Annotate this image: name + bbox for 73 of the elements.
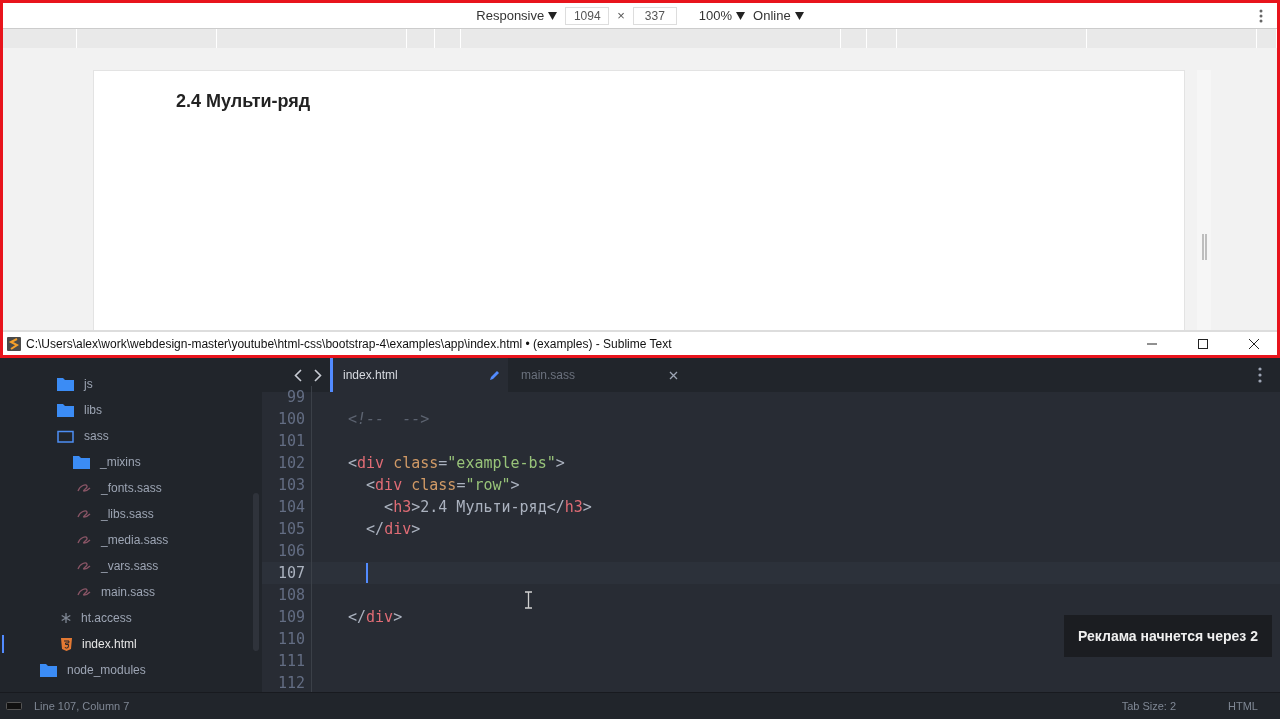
- code-line: <div class="example-bs">: [348, 454, 565, 472]
- forward-arrow-icon[interactable]: [314, 368, 322, 382]
- line-number: 112: [276, 674, 305, 692]
- line-number: 102: [276, 454, 305, 472]
- line-number: 100: [276, 410, 305, 428]
- sidebar-item[interactable]: ht.access: [0, 605, 262, 631]
- sidebar-item[interactable]: _libs.sass: [0, 501, 262, 527]
- sass-file-icon: [77, 587, 91, 597]
- sass-file-icon: [77, 561, 91, 571]
- code-line: <!-- -->: [348, 410, 430, 428]
- folder-icon: [57, 429, 74, 443]
- section-heading: 2.4 Мульти-ряд: [176, 91, 312, 112]
- line-number: 110: [276, 630, 305, 648]
- caret-icon: [794, 11, 804, 20]
- tab-size-label[interactable]: Tab Size: 2: [1121, 700, 1177, 712]
- pencil-icon: [489, 369, 500, 381]
- close-icon[interactable]: [669, 370, 678, 380]
- sidebar-item[interactable]: sass: [0, 423, 262, 449]
- line-number: 99: [285, 388, 305, 406]
- back-arrow-icon[interactable]: [294, 368, 302, 382]
- maximize-icon[interactable]: [1198, 338, 1208, 349]
- file-tab[interactable]: index.html: [330, 358, 508, 392]
- more-icon[interactable]: [1259, 9, 1263, 23]
- i-beam-cursor-icon: [524, 591, 533, 609]
- sass-file-icon: [77, 535, 91, 545]
- line-number: 108: [276, 586, 305, 604]
- line-number: 103: [276, 476, 305, 494]
- device-dropdown[interactable]: Responsive: [476, 8, 558, 23]
- height-field[interactable]: 337: [632, 6, 677, 25]
- sidebar-item[interactable]: _fonts.sass: [0, 475, 262, 501]
- sidebar-item[interactable]: js: [0, 371, 262, 397]
- sidebar-item[interactable]: _media.sass: [0, 527, 262, 553]
- sidebar-item[interactable]: libs: [0, 397, 262, 423]
- line-number: 109: [276, 608, 305, 626]
- caret-icon: [736, 11, 746, 20]
- code-line: <h3>2.4 Мульти-ряд</h3>: [383, 498, 592, 516]
- asterisk-icon: [61, 613, 71, 623]
- code-line: </div>: [348, 608, 403, 626]
- width-field[interactable]: 1094: [565, 6, 610, 25]
- code-line: </div>: [365, 520, 421, 538]
- sass-file-icon: [77, 509, 91, 519]
- window-title: C:\Users\alex\work\webdesign-master\youtube\html-css\bootstrap-4\examples\app\index.html • (examples) - Sublime Text: [26, 336, 673, 351]
- ad-countdown: Реклама начнется через 2: [1064, 615, 1272, 657]
- panel-toggle-icon[interactable]: [6, 702, 22, 710]
- sidebar-item[interactable]: index.html: [0, 631, 262, 657]
- folder-icon: [40, 663, 57, 677]
- sidebar-item[interactable]: node_modules: [0, 657, 262, 683]
- syntax-label[interactable]: HTML: [1228, 700, 1258, 712]
- caret-icon: [548, 11, 558, 20]
- folder-icon: [73, 455, 90, 469]
- times-separator: ×: [617, 8, 625, 23]
- line-number: 106: [276, 542, 305, 560]
- line-number: 104: [276, 498, 305, 516]
- close-icon[interactable]: [1249, 338, 1259, 349]
- text-cursor: [366, 563, 368, 583]
- line-number: 105: [276, 520, 305, 538]
- folder-icon: [57, 377, 74, 391]
- code-line: <div class="row">: [365, 476, 520, 494]
- sidebar-item[interactable]: _vars.sass: [0, 553, 262, 579]
- more-icon[interactable]: [1258, 367, 1262, 383]
- line-number: 107: [276, 564, 305, 582]
- network-dropdown[interactable]: Online: [753, 8, 804, 23]
- line-number: 111: [276, 652, 305, 670]
- folder-icon: [57, 403, 74, 417]
- line-number: 101: [276, 432, 305, 450]
- html-file-icon: [61, 637, 72, 651]
- resize-handle-icon[interactable]: [1201, 234, 1207, 260]
- sidebar-item[interactable]: _mixins: [0, 449, 262, 475]
- sidebar-item[interactable]: main.sass: [0, 579, 262, 605]
- app-logo-icon: [7, 336, 21, 351]
- sass-file-icon: [77, 483, 91, 493]
- zoom-dropdown[interactable]: 100%: [698, 8, 746, 23]
- cursor-position: Line 107, Column 7: [34, 700, 130, 712]
